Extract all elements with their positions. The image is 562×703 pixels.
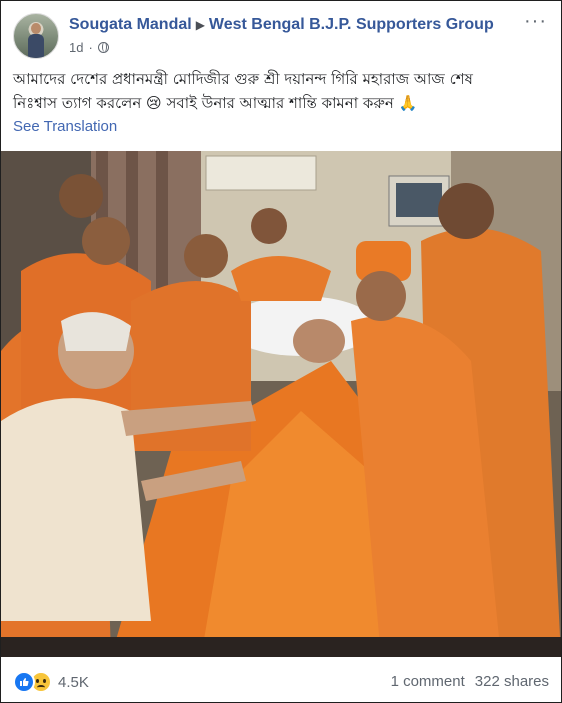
poster-line: Sougata Mandal ▶ West Bengal B.J.P. Suppor… [69, 16, 494, 34]
post-header: Sougata Mandal ▶ West Bengal B.J.P. Suppor… [13, 11, 549, 63]
more-options-icon[interactable]: ··· [524, 11, 547, 31]
post-card: Sougata Mandal ▶ West Bengal B.J.P. Suppor… [0, 0, 562, 703]
post-stats: 1 comment 322 shares [391, 673, 549, 690]
post-footer: 4.5K 1 comment 322 shares [1, 659, 561, 701]
post-text: আমাদের দেশের প্রধানমন্ত্রী মোদিজীর গুরু … [13, 67, 551, 115]
post-timestamp[interactable]: 1d [69, 40, 83, 55]
globe-icon[interactable] [97, 42, 109, 53]
post-text-line: নিঃশ্বাস ত্যাগ করলেন 😢 সবাই উনার আত্মার … [13, 94, 418, 112]
author-avatar[interactable] [13, 13, 59, 59]
shares-count[interactable]: 322 shares [475, 673, 549, 690]
author-name[interactable]: Sougata Mandal [69, 16, 192, 33]
see-translation-link[interactable]: See Translation [13, 118, 117, 135]
comments-count[interactable]: 1 comment [391, 673, 465, 690]
meta-separator: · [88, 40, 93, 55]
like-icon [13, 671, 35, 693]
arrow-right-icon: ▶ [195, 18, 205, 32]
reactions-summary[interactable]: 4.5K [13, 671, 89, 693]
post-meta: 1d · [69, 40, 109, 55]
post-photo[interactable] [1, 151, 561, 657]
reaction-count: 4.5K [58, 673, 89, 691]
photo-illustration [1, 151, 561, 657]
post-text-line: আমাদের দেশের প্রধানমন্ত্রী মোদিজীর গুরু … [13, 70, 473, 88]
group-name[interactable]: West Bengal B.J.P. Supporters Group [209, 16, 494, 33]
